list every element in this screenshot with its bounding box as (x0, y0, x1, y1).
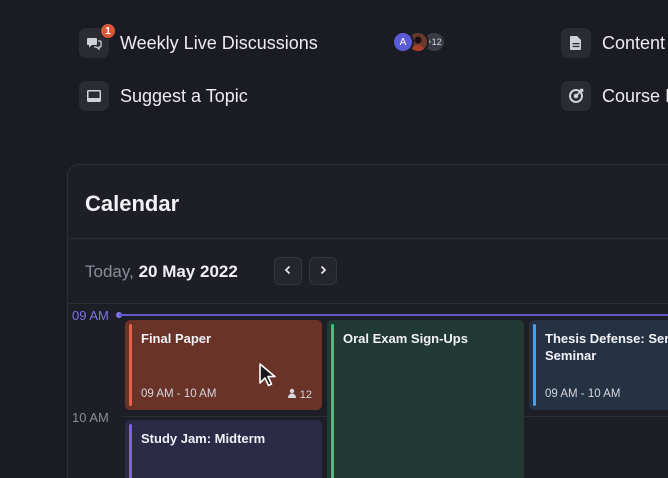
chevron-right-icon (318, 262, 328, 280)
notification-badge: 1 (100, 23, 116, 39)
suggest-a-topic-link[interactable]: Suggest a Topic (79, 81, 248, 111)
suggest-a-topic-label: Suggest a Topic (120, 85, 248, 106)
avatar: A (392, 31, 414, 53)
date-value: 20 May 2022 (138, 262, 238, 281)
message-box-icon (79, 81, 109, 111)
event-title: Study Jam: Midterm (141, 431, 266, 446)
course-link[interactable]: Course I (561, 81, 668, 111)
content-link[interactable]: Content (561, 28, 665, 58)
event-color-bar (129, 324, 132, 406)
next-day-button[interactable] (309, 257, 337, 285)
calendar-title: Calendar (85, 191, 180, 216)
mouse-cursor-icon (258, 362, 278, 393)
time-label-current: 09 AM (72, 308, 109, 323)
event-title: Final Paper (141, 331, 212, 346)
chevron-left-icon (283, 262, 293, 280)
event-color-bar (331, 324, 334, 478)
event-time: 09 AM - 10 AM (545, 388, 621, 400)
attendee-count-value: 12 (299, 388, 312, 401)
event-title: Oral Exam Sign-Ups (343, 331, 468, 346)
previous-day-button[interactable] (274, 257, 302, 285)
event-thesis-defense[interactable]: Thesis Defense: Senior Seminar 09 AM - 1… (529, 320, 668, 410)
chat-bubble-icon: 1 (79, 23, 116, 58)
current-time-line (119, 314, 668, 316)
event-color-bar (533, 324, 536, 406)
person-icon (287, 388, 297, 401)
divider (68, 238, 668, 239)
today-label: Today, (85, 262, 134, 281)
participant-avatars[interactable]: A +12 (392, 31, 446, 53)
document-icon (561, 28, 591, 58)
content-label: Content (602, 32, 666, 53)
attendee-count: 12 (287, 388, 312, 401)
weekly-live-discussions-label: Weekly Live Discussions (120, 32, 318, 53)
target-icon (561, 81, 591, 111)
page: 1 Weekly Live Discussions A +12 Content (0, 0, 668, 478)
course-label: Course I (602, 85, 668, 106)
event-time: 09 AM - 10 AM (141, 388, 217, 400)
event-study-jam[interactable]: Study Jam: Midterm (125, 420, 322, 478)
event-color-bar (129, 424, 132, 478)
event-final-paper[interactable]: Final Paper 09 AM - 10 AM 12 (125, 320, 322, 410)
current-date: Today, 20 May 2022 (85, 262, 238, 282)
event-title: Thesis Defense: Senior Seminar (545, 331, 668, 363)
divider (68, 303, 668, 304)
event-oral-exam[interactable]: Oral Exam Sign-Ups (327, 320, 524, 478)
weekly-live-discussions-link[interactable]: 1 Weekly Live Discussions (79, 23, 318, 58)
time-label: 10 AM (72, 410, 109, 425)
